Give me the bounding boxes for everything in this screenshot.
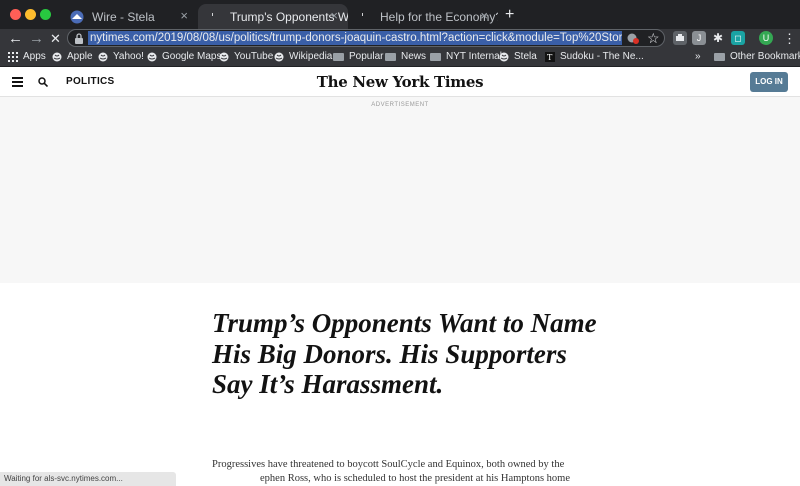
bookmark-label: Google Maps — [162, 51, 222, 62]
gear-extension-icon[interactable]: ✱ — [711, 31, 725, 45]
minimize-window-icon[interactable] — [25, 9, 36, 20]
nyt-favicon-icon: ' — [361, 11, 364, 24]
summary-line: ephen Ross, who is scheduled to host the… — [260, 473, 571, 484]
stop-loading-icon[interactable]: ✕ — [50, 29, 61, 48]
apps-grid-icon — [8, 52, 18, 62]
globe-icon — [219, 52, 229, 62]
bookmark-wikipedia[interactable]: Wikipedia — [274, 48, 332, 66]
bookmark-label: News — [401, 51, 427, 62]
bookmark-folder-popular[interactable]: Popular — [333, 48, 383, 66]
globe-icon — [52, 52, 62, 62]
stela-favicon-icon — [70, 10, 84, 23]
bookmark-stela[interactable]: Stela — [499, 48, 537, 66]
login-button[interactable]: LOG IN — [750, 72, 788, 92]
tab-nyt-article[interactable]: ' Trump's Opponents Want to N × — [198, 4, 348, 29]
bookmark-label: Wikipedia — [289, 51, 333, 62]
bookmark-google-maps[interactable]: Google Maps — [147, 48, 221, 66]
globe-icon — [147, 52, 157, 62]
globe-icon — [499, 52, 509, 62]
bookmark-yahoo[interactable]: Yahoo! — [98, 48, 144, 66]
bookmark-label: Apps — [23, 51, 46, 62]
new-tab-button[interactable]: + — [505, 6, 514, 24]
globe-icon — [98, 52, 108, 62]
close-window-icon[interactable] — [10, 9, 21, 20]
lock-icon[interactable] — [74, 33, 84, 44]
tab-close-icon[interactable]: × — [330, 8, 338, 23]
globe-icon — [274, 52, 284, 62]
bookmark-apple[interactable]: Apple — [52, 48, 93, 66]
svg-text:T: T — [547, 53, 553, 62]
nyt-logo[interactable]: The New York Times — [290, 73, 510, 91]
section-label[interactable]: POLITICS — [66, 76, 115, 87]
bookmark-label: Popular — [349, 51, 384, 62]
folder-icon — [333, 53, 344, 61]
j-extension-icon[interactable]: J — [692, 31, 706, 45]
bookmark-label: Stela — [514, 51, 537, 62]
bookmark-label: Apple — [67, 51, 93, 62]
bookmark-folder-news[interactable]: News — [385, 48, 426, 66]
search-icon[interactable] — [38, 77, 48, 87]
other-bookmarks[interactable]: Other Bookmarks — [714, 48, 800, 66]
bookmark-label: Sudoku - The Ne... — [560, 51, 644, 62]
bookmark-sudoku[interactable]: T Sudoku - The Ne... — [545, 48, 644, 66]
status-bar: Waiting for als-svc.nytimes.com... — [0, 472, 176, 486]
browser-menu-icon[interactable]: ⋮ — [783, 29, 796, 48]
nyt-favicon-icon: ' — [211, 11, 214, 24]
svg-text:': ' — [211, 11, 214, 24]
url-text[interactable]: nytimes.com/2019/08/08/us/politics/trump… — [88, 31, 622, 45]
article-headline: Trump’s Opponents Want to Name His Big D… — [212, 308, 597, 399]
advertisement-area — [0, 97, 800, 283]
bookmark-youtube[interactable]: YouTube — [219, 48, 273, 66]
bookmark-folder-nyt-internal[interactable]: NYT Internal — [430, 48, 502, 66]
printer-extension-icon[interactable] — [673, 31, 687, 45]
bookmarks-overflow-icon[interactable]: » — [695, 48, 701, 66]
summary-line: Progressives have threatened to boycott … — [212, 459, 565, 470]
advertisement-label: ADVERTISEMENT — [371, 102, 429, 108]
svg-text:': ' — [361, 11, 364, 24]
article-summary: Progressives have threatened to boycott … — [212, 458, 597, 486]
bookmark-label: Other Bookmarks — [730, 51, 800, 62]
tab-close-icon[interactable]: × — [480, 8, 488, 23]
back-icon[interactable]: ← — [8, 29, 23, 48]
bookmark-apps[interactable]: Apps — [8, 48, 46, 66]
tab-economy-article[interactable]: ' Help for the Economy? Despit × — [348, 4, 498, 29]
folder-icon — [385, 53, 396, 61]
folder-icon — [714, 53, 725, 61]
bookmark-star-icon[interactable]: ☆ — [647, 29, 660, 48]
nyt-favicon-icon: T — [545, 52, 555, 62]
bookmark-label: NYT Internal — [446, 51, 502, 62]
screen-extension-icon[interactable]: ◻ — [731, 31, 745, 45]
folder-icon — [430, 53, 441, 61]
forward-icon[interactable]: → — [29, 29, 44, 48]
bookmark-label: YouTube — [234, 51, 274, 62]
cookie-blocked-icon[interactable] — [627, 32, 639, 44]
maximize-window-icon[interactable] — [40, 9, 51, 20]
tab-wire-stela[interactable]: Wire - Stela × — [60, 4, 198, 29]
profile-avatar[interactable]: U — [759, 31, 773, 45]
tab-close-icon[interactable]: × — [180, 8, 188, 23]
hamburger-menu-icon[interactable] — [12, 77, 23, 89]
bookmark-label: Yahoo! — [113, 51, 144, 62]
